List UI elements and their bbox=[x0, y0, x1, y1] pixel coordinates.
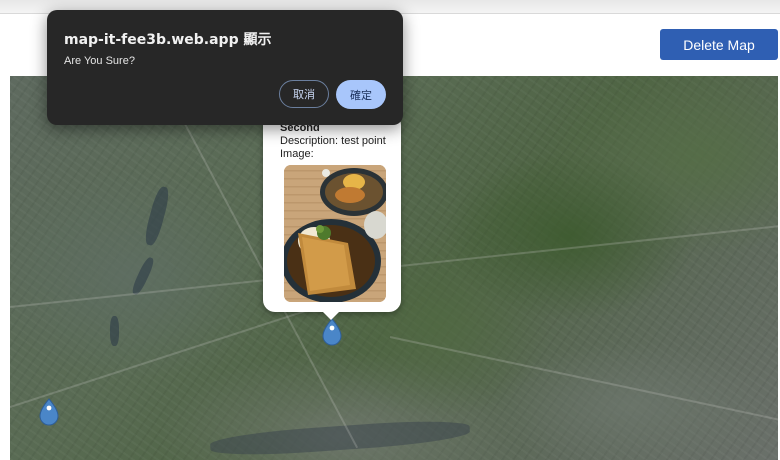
river-thames bbox=[209, 416, 471, 460]
map-marker-pin-icon[interactable] bbox=[321, 318, 343, 350]
description-label: Description: bbox=[280, 135, 339, 147]
map-marker-pin-icon[interactable] bbox=[38, 398, 60, 430]
delete-map-button[interactable]: Delete Map bbox=[660, 29, 778, 60]
road bbox=[389, 336, 778, 422]
marker-info-popup: Second Description: test point Image: bbox=[263, 113, 401, 312]
water-body bbox=[110, 316, 119, 346]
dialog-title: map-it-fee3b.web.app 顯示 bbox=[64, 32, 272, 48]
water-body bbox=[142, 185, 172, 247]
description-value: test point bbox=[341, 135, 386, 147]
confirm-dialog: map-it-fee3b.web.app 顯示 Are You Sure? 取消… bbox=[47, 10, 403, 125]
dialog-message: Are You Sure? bbox=[64, 55, 135, 67]
marker-photo bbox=[284, 165, 386, 302]
cancel-button[interactable]: 取消 bbox=[279, 80, 329, 108]
popup-description: Description: test point bbox=[280, 135, 386, 147]
confirm-button[interactable]: 確定 bbox=[336, 80, 386, 109]
image-label: Image: bbox=[280, 148, 314, 160]
popup-pointer bbox=[322, 311, 340, 320]
